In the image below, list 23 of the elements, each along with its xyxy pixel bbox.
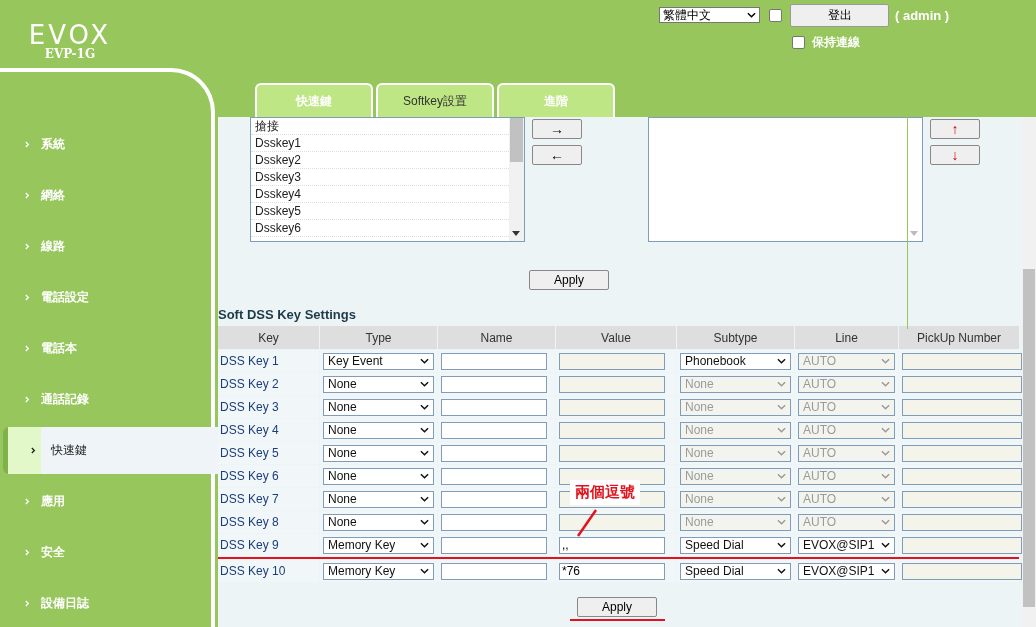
column-header: Type (320, 326, 437, 349)
key-cell: DSS Key 2 (218, 373, 319, 395)
key-cell: DSS Key 9 (218, 534, 319, 556)
key-cell: DSS Key 1 (218, 350, 319, 372)
key-cell: DSS Key 3 (218, 396, 319, 418)
key-cell: DSS Key 5 (218, 442, 319, 464)
column-header: Value (556, 326, 676, 349)
column-header: Subtype (677, 326, 794, 349)
section-title: Soft DSS Key Settings (218, 307, 357, 324)
key-cell: DSS Key 4 (218, 419, 319, 441)
key-cell: DSS Key 6 (218, 465, 319, 487)
key-cell: DSS Key 7 (218, 488, 319, 510)
key-cell: DSS Key 10 (218, 560, 319, 582)
logo-text: EVOX (28, 22, 112, 48)
annotation-tooltip: 兩個逗號 (570, 480, 640, 505)
column-header: Key (218, 326, 319, 349)
column-header: Line (795, 326, 898, 349)
key-cell: DSS Key 8 (218, 511, 319, 533)
model-label: EVP-1G (44, 48, 96, 60)
column-header: PickUp Number (899, 326, 1019, 349)
username-label: ( admin ) (895, 7, 950, 23)
column-header: Name (438, 326, 555, 349)
keep-login-label: 保持連線 (812, 34, 860, 51)
